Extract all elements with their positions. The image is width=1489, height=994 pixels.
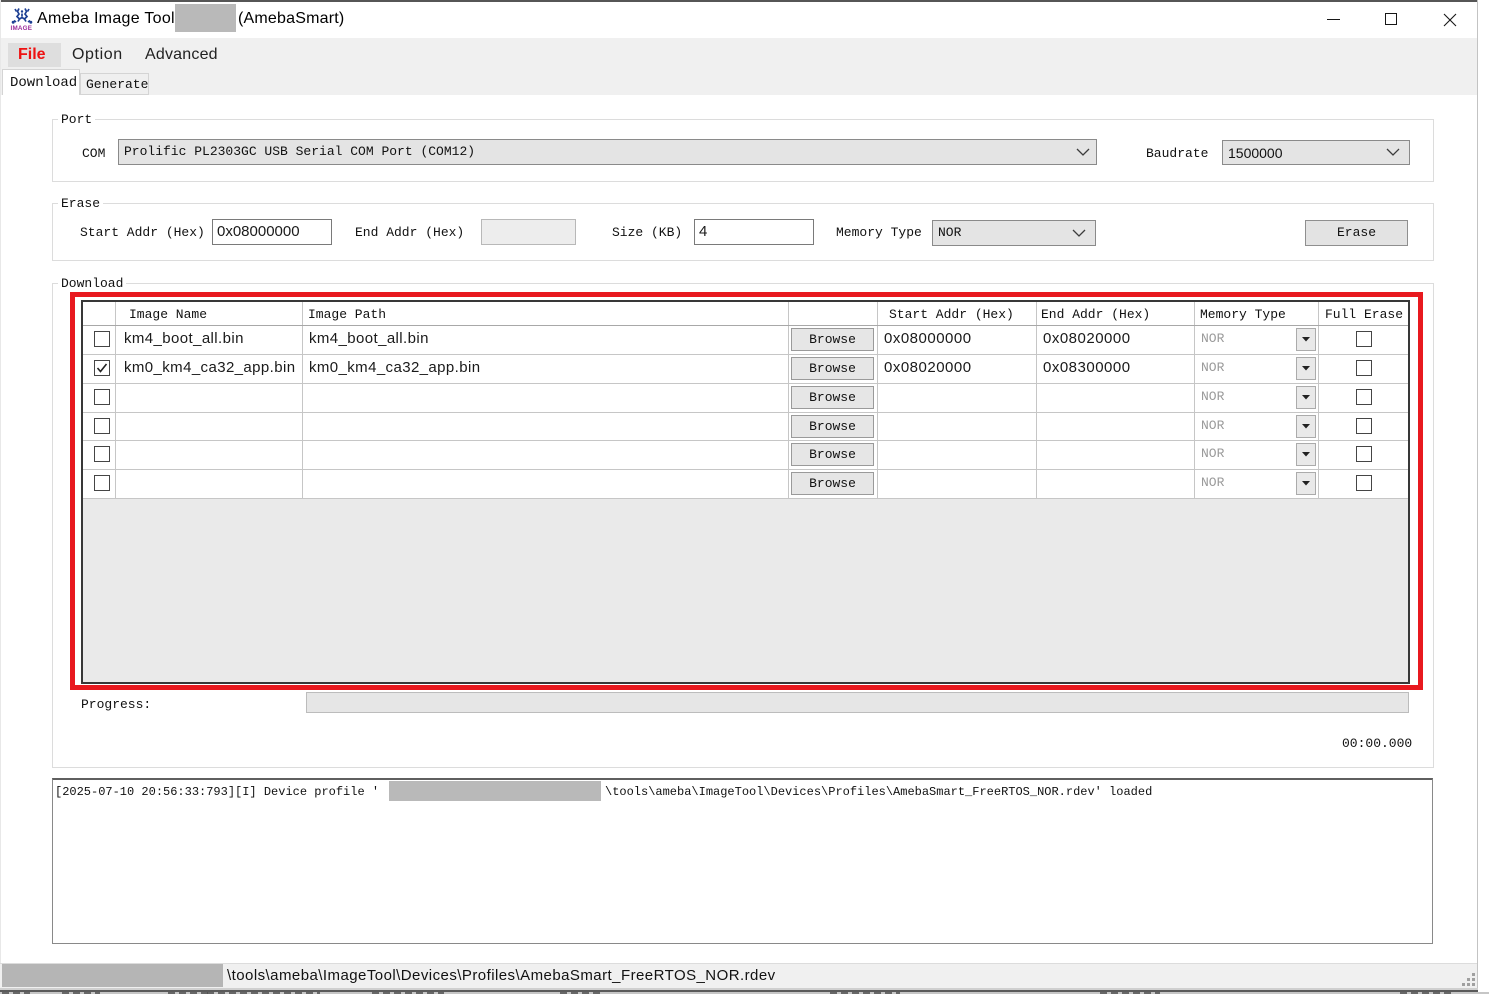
svg-text:IMAGE: IMAGE [11,25,33,31]
